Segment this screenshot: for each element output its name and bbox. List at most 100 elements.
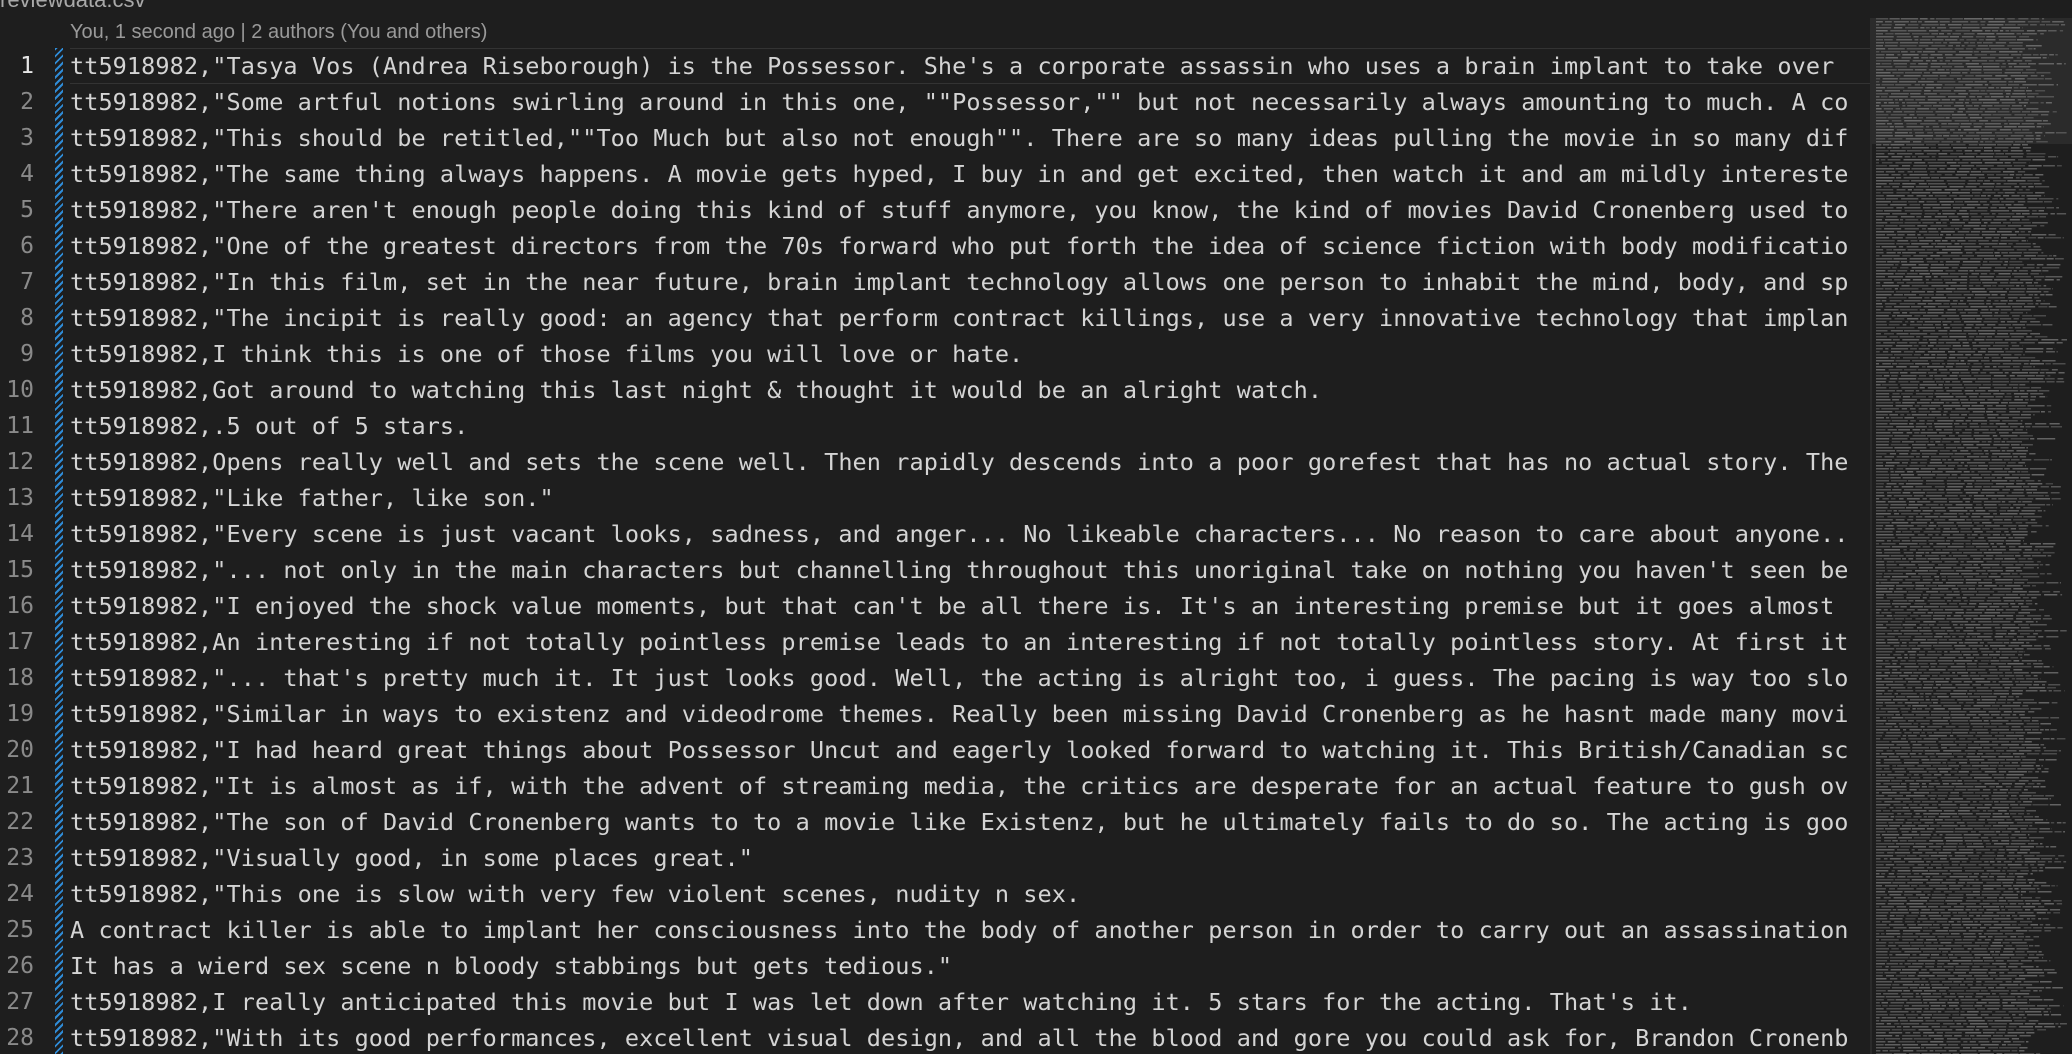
line-number[interactable]: 19 — [0, 696, 36, 732]
line-number[interactable]: 15 — [0, 552, 36, 588]
code-line[interactable]: tt5918982,"This should be retitled,""Too… — [70, 120, 1870, 156]
code-line[interactable]: tt5918982,"... that's pretty much it. It… — [70, 660, 1870, 696]
minimap-text-mark — [1902, 714, 1914, 716]
line-number[interactable]: 11 — [0, 408, 36, 444]
minimap-text-mark — [1918, 825, 1929, 827]
code-line[interactable]: tt5918982,"I enjoyed the shock value mom… — [70, 588, 1870, 624]
minimap-text-mark — [1876, 435, 1893, 437]
code-line[interactable]: tt5918982,"I had heard great things abou… — [70, 732, 1870, 768]
minimap-text-mark — [1911, 777, 1921, 779]
code-line[interactable]: tt5918982,I really anticipated this movi… — [70, 984, 1870, 1020]
scm-change-indicator[interactable] — [55, 48, 63, 1054]
code-line[interactable]: tt5918982,"Similar in ways to existenz a… — [70, 696, 1870, 732]
minimap-text-mark — [2045, 495, 2049, 497]
line-number[interactable]: 5 — [0, 192, 36, 228]
code-line[interactable]: tt5918982,Got around to watching this la… — [70, 372, 1870, 408]
code-line[interactable]: tt5918982,Opens really well and sets the… — [70, 444, 1870, 480]
code-line[interactable]: tt5918982,"The incipit is really good: a… — [70, 300, 1870, 336]
code-line[interactable]: tt5918982,"... not only in the main char… — [70, 552, 1870, 588]
minimap-text-mark — [1900, 630, 1919, 632]
line-number[interactable]: 18 — [0, 660, 36, 696]
minimap-text-mark — [2050, 846, 2057, 848]
minimap-text-mark — [2016, 882, 2027, 884]
line-number[interactable]: 12 — [0, 444, 36, 480]
code-line[interactable]: tt5918982,"This one is slow with very fe… — [70, 876, 1870, 912]
line-number[interactable]: 3 — [0, 120, 36, 156]
minimap-text-mark — [2050, 717, 2060, 719]
editor-tab-filename[interactable]: reviewdata.csv — [0, 0, 146, 11]
line-number[interactable]: 10 — [0, 372, 36, 408]
minimap-text-mark — [1876, 240, 1895, 242]
minimap-text-mark — [2009, 789, 2022, 791]
minimap-text-mark — [2032, 492, 2048, 494]
minimap-text-mark — [1957, 447, 1965, 449]
code-line[interactable]: tt5918982,"There aren't enough people do… — [70, 192, 1870, 228]
minimap-text-mark — [1999, 129, 2011, 131]
line-number[interactable]: 17 — [0, 624, 36, 660]
code-line[interactable]: tt5918982,"Like father, like son." — [70, 480, 1870, 516]
line-number[interactable]: 21 — [0, 768, 36, 804]
line-number[interactable]: 22 — [0, 804, 36, 840]
line-number[interactable]: 27 — [0, 984, 36, 1020]
line-number[interactable]: 24 — [0, 876, 36, 912]
minimap-text-mark — [2000, 447, 2009, 449]
minimap-text-mark — [2060, 630, 2067, 632]
line-number[interactable]: 7 — [0, 264, 36, 300]
minimap-text-mark — [1992, 198, 1998, 200]
line-number[interactable]: 2 — [0, 84, 36, 120]
line-number[interactable]: 28 — [0, 1020, 36, 1054]
code-line[interactable]: tt5918982,.5 out of 5 stars. — [70, 408, 1870, 444]
code-line[interactable]: tt5918982,"Some artful notions swirling … — [70, 84, 1870, 120]
code-line[interactable]: tt5918982,"Visually good, in some places… — [70, 840, 1870, 876]
minimap-text-mark — [1876, 357, 1889, 359]
code-line[interactable]: tt5918982,"The son of David Cronenberg w… — [70, 804, 1870, 840]
minimap-text-mark — [1926, 492, 1945, 494]
minimap-text-mark — [1887, 495, 1892, 497]
line-number[interactable]: 1 — [0, 48, 36, 84]
code-line[interactable]: tt5918982,"One of the greatest directors… — [70, 228, 1870, 264]
minimap-text-mark — [1984, 147, 1992, 149]
minimap-text-mark — [1899, 288, 1919, 290]
line-number[interactable]: 6 — [0, 228, 36, 264]
minimap[interactable] — [1870, 18, 2072, 1054]
code-line[interactable]: tt5918982,"Every scene is just vacant lo… — [70, 516, 1870, 552]
minimap-text-mark — [1905, 780, 1915, 782]
minimap-text-mark — [1913, 774, 1919, 776]
line-number[interactable]: 8 — [0, 300, 36, 336]
minimap-text-mark — [1910, 942, 1923, 944]
minimap-text-mark — [2022, 84, 2037, 86]
line-number[interactable]: 25 — [0, 912, 36, 948]
line-number[interactable]: 9 — [0, 336, 36, 372]
minimap-text-mark — [1948, 930, 1967, 932]
code-line[interactable]: tt5918982,"In this film, set in the near… — [70, 264, 1870, 300]
line-number[interactable]: 26 — [0, 948, 36, 984]
minimap-text-mark — [1883, 282, 1894, 284]
code-line[interactable]: It has a wierd sex scene n bloody stabbi… — [70, 948, 1870, 984]
minimap-text-mark — [2029, 453, 2036, 455]
line-number[interactable]: 16 — [0, 588, 36, 624]
code-line[interactable]: tt5918982,"With its good performances, e… — [70, 1020, 1870, 1054]
minimap-text-mark — [1989, 138, 1995, 140]
minimap-text-mark — [1975, 336, 1986, 338]
code-line[interactable]: tt5918982,I think this is one of those f… — [70, 336, 1870, 372]
minimap-text-mark — [1990, 48, 2009, 50]
line-number[interactable]: 23 — [0, 840, 36, 876]
minimap-text-mark — [2007, 462, 2016, 464]
minimap-text-mark — [1914, 171, 1927, 173]
code-line[interactable]: tt5918982,"It is almost as if, with the … — [70, 768, 1870, 804]
line-number[interactable]: 20 — [0, 732, 36, 768]
minimap-text-mark — [1876, 492, 1884, 494]
line-number[interactable]: 13 — [0, 480, 36, 516]
line-number[interactable]: 4 — [0, 156, 36, 192]
minimap-text-mark — [1996, 429, 2013, 431]
git-blame-annotation[interactable]: You, 1 second ago | 2 authors (You and o… — [70, 18, 487, 46]
minimap-text-mark — [1876, 108, 1882, 110]
code-line[interactable]: tt5918982,"The same thing always happens… — [70, 156, 1870, 192]
editor-text-area[interactable]: tt5918982,"Tasya Vos (Andrea Riseborough… — [70, 48, 1870, 1054]
code-line[interactable]: tt5918982,An interesting if not totally … — [70, 624, 1870, 660]
line-number[interactable]: 14 — [0, 516, 36, 552]
minimap-text-mark — [1916, 708, 1923, 710]
minimap-text-mark — [1954, 453, 1971, 455]
code-line[interactable]: A contract killer is able to implant her… — [70, 912, 1870, 948]
minimap-text-mark — [1947, 546, 1964, 548]
